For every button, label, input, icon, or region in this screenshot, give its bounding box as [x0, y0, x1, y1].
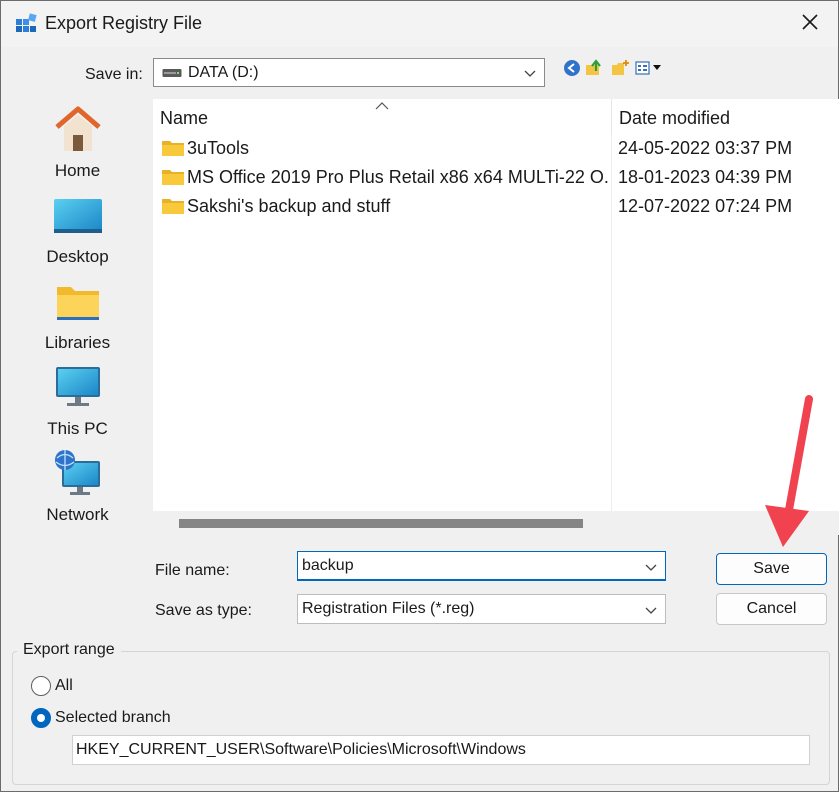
column-header-name[interactable]: Name	[153, 99, 611, 133]
file-name-value: backup	[302, 557, 354, 574]
place-network[interactable]: Network	[21, 441, 134, 527]
network-icon	[55, 450, 100, 495]
folder-icon	[162, 141, 184, 156]
file-name-input[interactable]: backup	[297, 551, 666, 581]
file-name-cell: MS Office 2019 Pro Plus Retail x86 x64 M…	[187, 167, 609, 187]
save-as-type-label: Save as type:	[155, 602, 252, 619]
place-this-pc[interactable]: This PC	[21, 355, 134, 441]
file-name-cell: 3uTools	[187, 138, 250, 158]
file-row[interactable]: Sakshi's backup and stuff 12-07-2022 07:…	[153, 191, 839, 220]
drive-icon	[162, 69, 182, 77]
place-label-libraries: Libraries	[44, 333, 111, 352]
title-bar: Export Registry File	[1, 1, 838, 47]
horizontal-scrollbar[interactable]	[153, 511, 839, 535]
place-home[interactable]: Home	[21, 97, 134, 183]
file-row[interactable]: 3uTools 24-05-2022 03:37 PM	[153, 133, 839, 162]
place-label-home: Home	[54, 161, 101, 180]
up-folder-icon[interactable]	[585, 59, 603, 77]
sort-up-icon	[375, 102, 389, 110]
save-as-type-value: Registration Files (*.reg)	[302, 600, 475, 617]
export-registry-dialog: Export Registry File Save in: DATA (D:)	[0, 0, 839, 792]
annotation-arrow-icon	[765, 395, 813, 547]
new-folder-icon[interactable]	[611, 59, 629, 77]
place-libraries[interactable]: Libraries	[21, 269, 134, 355]
file-name-label: File name:	[155, 562, 230, 579]
branch-path-value: HKEY_CURRENT_USER\Software\Policies\Micr…	[76, 741, 526, 758]
branch-path-input[interactable]: HKEY_CURRENT_USER\Software\Policies\Micr…	[72, 735, 810, 765]
radio-all[interactable]	[31, 676, 51, 696]
save-in-dropdown[interactable]: DATA (D:)	[153, 58, 545, 87]
desktop-icon	[54, 199, 102, 233]
file-name-cell: Sakshi's backup and stuff	[187, 196, 391, 216]
save-button[interactable]: Save	[716, 553, 827, 585]
radio-all-label[interactable]: All	[55, 677, 73, 695]
place-label-this-pc: This PC	[47, 419, 108, 438]
place-label-network: Network	[46, 505, 109, 524]
column-header-date[interactable]: Date modified	[611, 99, 839, 133]
radio-selected-branch-label[interactable]: Selected branch	[55, 709, 171, 727]
libraries-icon	[57, 287, 99, 320]
home-icon	[55, 106, 101, 151]
file-date-cell: 12-07-2022 07:24 PM	[618, 196, 793, 216]
column-label-name: Name	[160, 108, 209, 128]
export-range-label: Export range	[17, 641, 121, 659]
places-bar: Home Desktop Libraries This PC Network	[21, 97, 134, 537]
file-row[interactable]: MS Office 2019 Pro Plus Retail x86 x64 M…	[153, 162, 839, 191]
file-list: Name Date modified 3uTools 24-05-2022 03…	[153, 99, 839, 535]
save-in-label: Save in:	[85, 66, 143, 83]
cancel-button[interactable]: Cancel	[716, 593, 827, 625]
file-date-cell: 18-01-2023 04:39 PM	[618, 167, 793, 187]
save-in-value: DATA (D:)	[188, 64, 259, 81]
chevron-down-icon[interactable]	[645, 562, 657, 572]
column-label-date: Date modified	[619, 108, 731, 128]
chevron-down-icon	[645, 607, 657, 614]
this-pc-icon	[56, 367, 100, 406]
view-menu-icon[interactable]	[635, 59, 667, 77]
folder-icon	[162, 170, 184, 185]
window-title: Export Registry File	[45, 13, 203, 33]
place-desktop[interactable]: Desktop	[21, 183, 134, 269]
registry-editor-icon	[16, 13, 37, 32]
chevron-down-icon	[524, 70, 536, 77]
radio-selected-branch[interactable]	[31, 708, 51, 728]
close-icon[interactable]	[795, 7, 825, 37]
folder-icon	[162, 199, 184, 214]
save-as-type-dropdown[interactable]: Registration Files (*.reg)	[297, 594, 666, 624]
scrollbar-thumb[interactable]	[179, 519, 583, 528]
file-date-cell: 24-05-2022 03:37 PM	[618, 138, 793, 158]
place-label-desktop: Desktop	[46, 247, 109, 266]
back-icon[interactable]	[563, 59, 581, 77]
